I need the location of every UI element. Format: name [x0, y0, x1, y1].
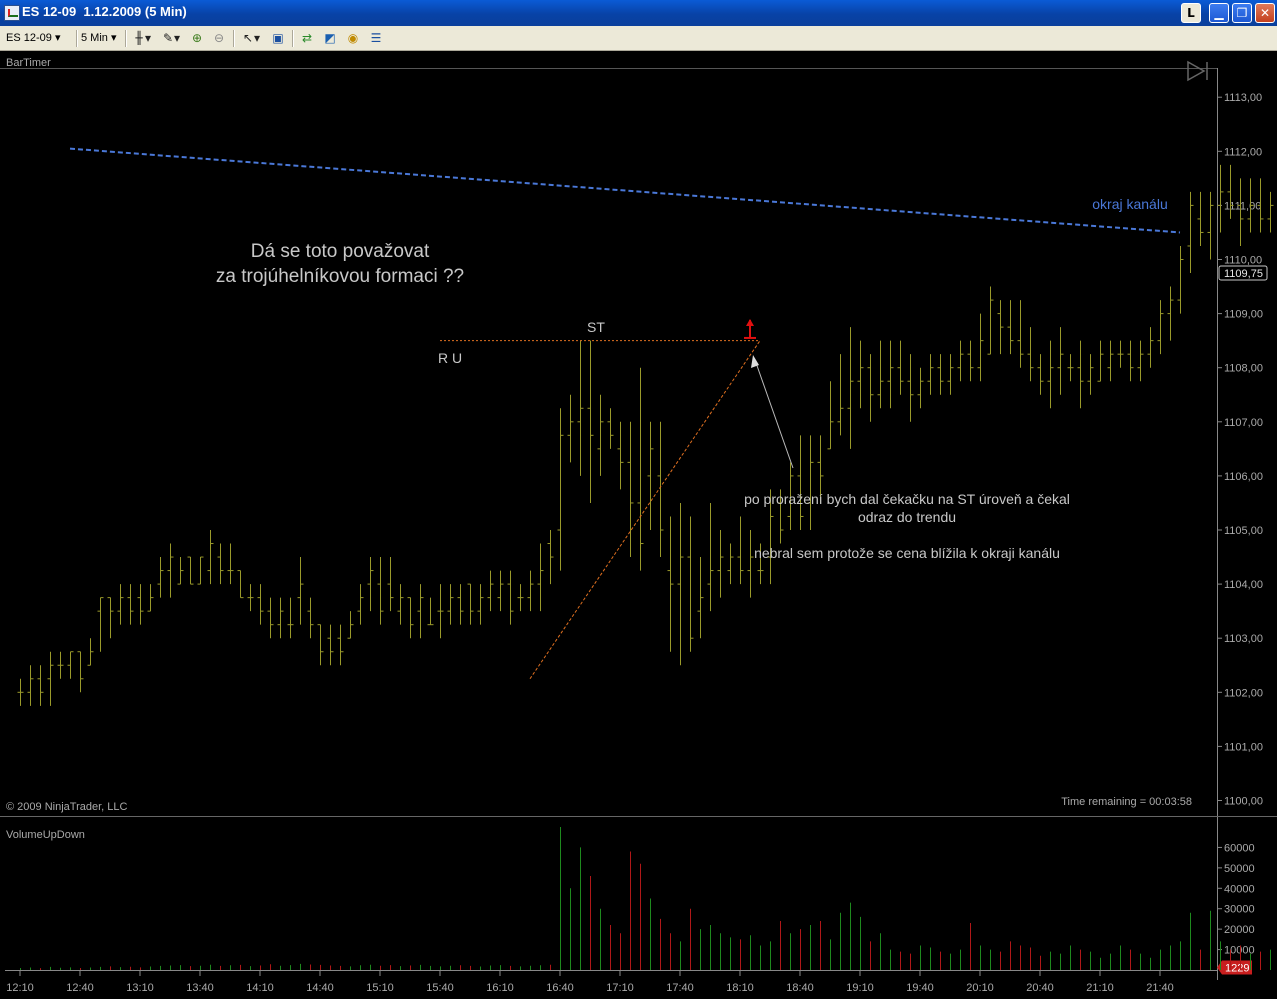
price-tick-label: 1106,00: [1224, 471, 1263, 483]
price-tick-label: 1108,00: [1224, 363, 1263, 375]
time-tick-label: 19:40: [906, 982, 934, 994]
price-tick-label: 1110,00: [1224, 255, 1262, 267]
time-tick-label: 17:40: [666, 982, 694, 994]
volume-tick-label: 40000: [1224, 883, 1255, 895]
time-tick-label: 20:40: [1026, 982, 1054, 994]
time-tick-label: 16:10: [486, 982, 514, 994]
time-tick-label: 16:40: [546, 982, 574, 994]
price-tick-label: 1103,00: [1224, 633, 1263, 645]
price-tick-label: 1107,00: [1224, 417, 1263, 429]
st-label: ST: [587, 319, 605, 335]
time-tick-label: 15:10: [366, 982, 394, 994]
ohlc-bars: [17, 164, 1274, 706]
volume-tick-label: 20000: [1224, 924, 1255, 936]
note-line-3: nebral sem protože se cena blížila k okr…: [754, 545, 1060, 561]
time-tick-label: 21:10: [1086, 982, 1114, 994]
note-line-2: odraz do trendu: [858, 509, 956, 525]
time-tick-label: 19:10: [846, 982, 874, 994]
triangle-support-line: [529, 340, 761, 680]
price-tick-label: 1101,00: [1224, 741, 1263, 753]
time-axis: 12:10 12:40 13:10 13:40 14:10 14:40 15:10 15:40…: [6, 971, 1174, 994]
price-tick-label: 1109,00: [1224, 309, 1263, 321]
time-tick-label: 21:40: [1146, 982, 1174, 994]
time-tick-label: 17:10: [606, 982, 634, 994]
last-volume-label: 1229: [1225, 962, 1249, 974]
time-tick-label: 13:10: [126, 982, 154, 994]
drawing-objects: [69, 147, 1181, 680]
note-line-1: po proražení bych dal čekačku na ST úrov…: [744, 491, 1070, 507]
time-tick-label: 18:40: [786, 982, 814, 994]
price-axis: 1100,00 1101,00 1102,00 1103,00 1104,00 1105,…: [1217, 92, 1268, 808]
time-tick-label: 12:40: [66, 982, 94, 994]
price-tick-label: 1102,00: [1224, 687, 1263, 699]
last-price-label: 1109,75: [1224, 268, 1263, 280]
buy-arrow-head: [746, 318, 754, 326]
volume-tick-label: 30000: [1224, 904, 1255, 916]
chart-canvas[interactable]: BarTimer VolumeUpDown © 2009 NinjaTrader…: [0, 0, 1277, 999]
volume-tick-label: 60000: [1224, 842, 1255, 854]
price-tick-label: 1105,00: [1224, 525, 1263, 537]
time-tick-label: 20:10: [966, 982, 994, 994]
time-remaining: Time remaining = 00:03:58: [1061, 796, 1192, 808]
scroll-to-end-icon[interactable]: [1187, 60, 1208, 82]
time-tick-label: 13:40: [186, 982, 214, 994]
price-tick-label: 1104,00: [1224, 579, 1263, 591]
chart-frame: [0, 68, 1277, 980]
copyright-text: © 2009 NinjaTrader, LLC: [6, 801, 127, 813]
volume-panel-label: VolumeUpDown: [6, 829, 85, 841]
time-tick-label: 14:40: [306, 982, 334, 994]
price-tick-label: 1113,00: [1224, 92, 1262, 104]
time-tick-label: 12:10: [6, 982, 34, 994]
time-tick-label: 14:10: [246, 982, 274, 994]
price-tick-label: 1112,00: [1224, 146, 1262, 158]
pointer-arrow-head: [751, 355, 759, 368]
volume-tick-label: 50000: [1224, 863, 1255, 875]
price-tick-label: 1111,00: [1224, 200, 1261, 212]
volume-bars: [20, 827, 1271, 970]
time-tick-label: 18:10: [726, 982, 754, 994]
price-tick-label: 1100,00: [1224, 796, 1263, 808]
question-line-2: za trojúhelníkovou formaci ??: [216, 266, 464, 287]
volume-axis: 1000020000300004000050000600001229: [1217, 842, 1255, 975]
channel-edge-line: [69, 147, 1181, 234]
channel-edge-label: okraj kanálu: [1092, 196, 1168, 212]
price-panel-label: BarTimer: [6, 57, 51, 69]
time-tick-label: 15:40: [426, 982, 454, 994]
ru-label: R U: [438, 350, 462, 366]
pointer-arrow-line: [754, 359, 794, 469]
question-line-1: Dá se toto považovat: [251, 241, 430, 262]
